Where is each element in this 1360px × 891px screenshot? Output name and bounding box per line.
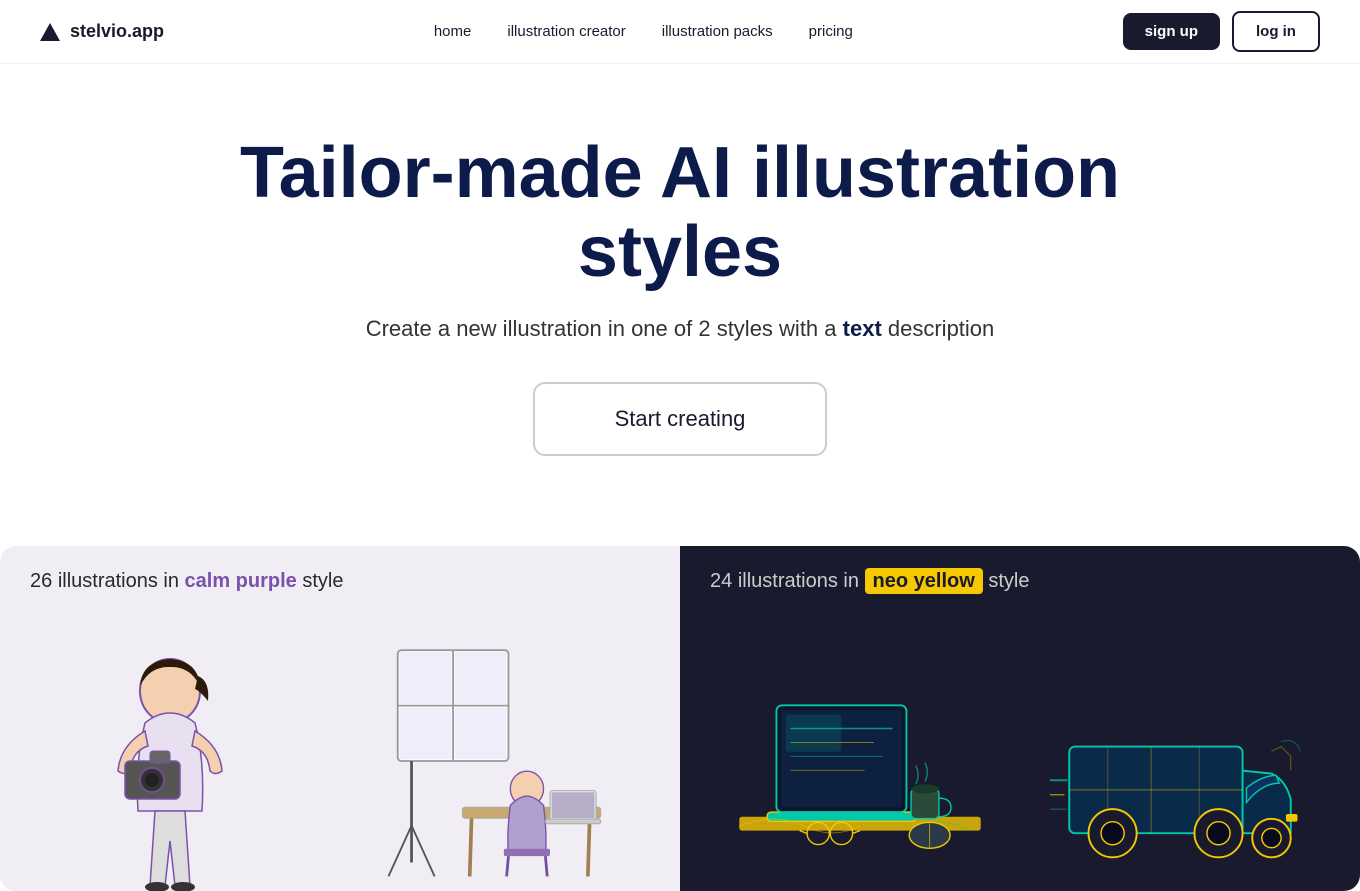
signup-button[interactable]: sign up xyxy=(1123,13,1220,50)
logo-text: stelvio.app xyxy=(70,21,164,42)
pack-calm-purple[interactable]: 26 illustrations in calm purple style xyxy=(0,546,680,891)
pack-calm-purple-label: 26 illustrations in calm purple style xyxy=(30,570,343,593)
nav-home[interactable]: home xyxy=(434,23,472,40)
pack-calm-purple-count: 26 xyxy=(30,570,52,592)
navbar: stelvio.app home illustration creator il… xyxy=(0,0,1360,64)
hero-section: Tailor-made AI illustration styles Creat… xyxy=(0,64,1360,506)
login-button[interactable]: log in xyxy=(1232,11,1320,52)
packs-row: 26 illustrations in calm purple style xyxy=(0,546,1360,891)
nav-illustration-creator[interactable]: illustration creator xyxy=(507,23,625,40)
illustration-laptop xyxy=(730,631,990,891)
pack-neo-yellow[interactable]: 24 illustrations in neo yellow style xyxy=(680,546,1360,891)
hero-subtitle: Create a new illustration in one of 2 st… xyxy=(40,316,1320,342)
pack-neo-yellow-count: 24 xyxy=(710,570,732,592)
nav-actions: sign up log in xyxy=(1123,11,1320,52)
pack-calm-purple-suffix: style xyxy=(302,570,343,592)
illustration-truck xyxy=(1050,631,1310,891)
pack-neo-yellow-suffix: style xyxy=(988,570,1029,592)
start-creating-button[interactable]: Start creating xyxy=(533,382,828,456)
nav-pricing[interactable]: pricing xyxy=(809,23,853,40)
illustration-photographer xyxy=(70,631,270,891)
nav-illustration-packs[interactable]: illustration packs xyxy=(662,23,773,40)
pack-yellow-illustrations xyxy=(680,616,1360,891)
pack-neo-yellow-prefix: illustrations in xyxy=(738,570,865,592)
pack-calm-purple-prefix: illustrations in xyxy=(58,570,185,592)
hero-subtitle-highlight: text xyxy=(843,316,882,341)
logo-triangle-icon xyxy=(40,23,60,41)
pack-neo-yellow-label: 24 illustrations in neo yellow style xyxy=(710,570,1029,593)
pack-neo-yellow-style: neo yellow xyxy=(865,568,983,594)
nav-links: home illustration creator illustration p… xyxy=(434,23,853,40)
illustration-room xyxy=(370,631,610,891)
hero-title: Tailor-made AI illustration styles xyxy=(230,134,1130,292)
pack-calm-purple-style: calm purple xyxy=(185,570,297,592)
logo[interactable]: stelvio.app xyxy=(40,21,164,42)
pack-purple-illustrations xyxy=(0,616,680,891)
